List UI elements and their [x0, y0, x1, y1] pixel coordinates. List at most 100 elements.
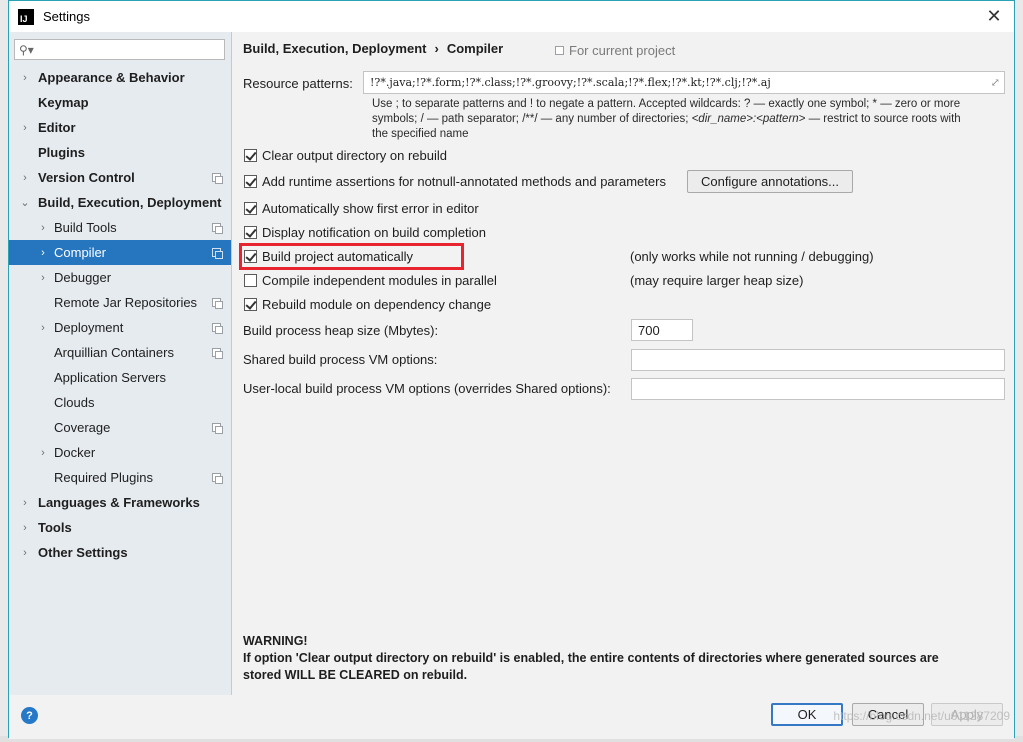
configure-annotations-button[interactable]: Configure annotations...	[687, 170, 853, 193]
sidebar-item-coverage[interactable]: Coverage	[9, 415, 231, 440]
warning-title: WARNING!	[243, 634, 308, 648]
compile-parallel-checkbox[interactable]: Compile independent modules in parallel	[244, 273, 497, 288]
project-scope-icon	[212, 223, 223, 234]
sidebar-item-plugins[interactable]: Plugins	[9, 140, 231, 165]
for-current-project-note: For current project	[555, 43, 675, 58]
title-bar: IJ Settings ✕	[9, 1, 1014, 32]
background-editor-right	[1015, 0, 1023, 742]
sidebar-item-version-control[interactable]: › Version Control	[9, 165, 231, 190]
sidebar-item-label: Version Control	[38, 170, 135, 185]
breadcrumb-current: Compiler	[446, 41, 504, 56]
sidebar-item-build-tools[interactable]: › Build Tools	[9, 215, 231, 240]
checkbox-box[interactable]	[244, 202, 257, 215]
sidebar-item-label: Appearance & Behavior	[38, 70, 185, 85]
checkbox-box[interactable]	[244, 175, 257, 188]
sidebar-item-clouds[interactable]: Clouds	[9, 390, 231, 415]
for-current-project-label: For current project	[569, 43, 676, 58]
sidebar-item-build-execution-deployment[interactable]: ⌄ Build, Execution, Deployment	[9, 190, 231, 215]
project-scope-icon	[212, 423, 223, 434]
sidebar-item-deployment[interactable]: › Deployment	[9, 315, 231, 340]
chevron-right-icon[interactable]: ›	[20, 72, 30, 84]
sidebar-item-label: Deployment	[54, 320, 124, 335]
sidebar-item-appearance-behavior[interactable]: › Appearance & Behavior	[9, 65, 231, 90]
chevron-right-icon[interactable]: ›	[20, 172, 30, 184]
project-scope-icon	[212, 323, 223, 334]
sidebar-item-label: Build Tools	[54, 220, 117, 235]
chevron-right-icon[interactable]: ›	[38, 322, 48, 334]
checkbox-box[interactable]	[244, 274, 257, 287]
sidebar-item-other-settings[interactable]: › Other Settings	[9, 540, 231, 565]
checkbox-box[interactable]	[244, 149, 257, 162]
expand-icon[interactable]: ⤢	[991, 76, 1000, 89]
sidebar-item-remote-jar-repositories[interactable]: Remote Jar Repositories	[9, 290, 231, 315]
sidebar-item-label: Keymap	[38, 95, 89, 110]
runtime-assertions-label: Add runtime assertions for notnull-annot…	[262, 174, 666, 189]
chevron-right-icon[interactable]: ›	[38, 447, 48, 459]
heap-size-label: Build process heap size (Mbytes):	[243, 323, 439, 338]
resource-patterns-input[interactable]: !?*.java;!?*.form;!?*.class;!?*.groovy;!…	[363, 71, 1005, 94]
show-first-error-label: Automatically show first error in editor	[262, 201, 479, 216]
rebuild-module-checkbox[interactable]: Rebuild module on dependency change	[244, 297, 491, 312]
compiler-settings-panel: Build, Execution, Deployment › Compiler Fo…	[233, 32, 1014, 695]
chevron-right-icon[interactable]: ›	[20, 122, 30, 134]
chevron-down-icon[interactable]: ⌄	[20, 196, 30, 209]
sidebar-item-label: Other Settings	[38, 545, 128, 560]
sidebar-item-required-plugins[interactable]: Required Plugins	[9, 465, 231, 490]
sidebar-item-label: Clouds	[54, 395, 95, 410]
sidebar-item-label: Required Plugins	[54, 470, 154, 485]
sidebar-item-debugger[interactable]: › Debugger	[9, 265, 231, 290]
sidebar-item-label: Editor	[38, 120, 76, 135]
warning-line-2: stored WILL BE CLEARED on rebuild.	[243, 668, 468, 682]
checkbox-box[interactable]	[244, 226, 257, 239]
chevron-right-icon[interactable]: ›	[38, 222, 48, 234]
project-scope-icon	[212, 298, 223, 309]
sidebar-item-languages-frameworks[interactable]: › Languages & Frameworks	[9, 490, 231, 515]
sidebar-item-label: Coverage	[54, 420, 111, 435]
sidebar-item-label: Remote Jar Repositories	[54, 295, 198, 310]
background-editor-left	[0, 0, 8, 742]
clear-output-checkbox[interactable]: Clear output directory on rebuild	[244, 148, 447, 163]
sidebar-item-label: Tools	[38, 520, 72, 535]
warning-line-1: If option 'Clear output directory on reb…	[243, 651, 939, 665]
settings-tree: › Appearance & Behavior Keymap › Editor Plugi…	[9, 65, 231, 565]
dialog-footer: ? OK Cancel Apply https://blog.csdn.net/…	[9, 695, 1014, 739]
sidebar-item-compiler[interactable]: › Compiler	[9, 240, 231, 265]
settings-dialog: IJ Settings ✕ ⚲▾ › Appearance & Behavior K…	[8, 0, 1015, 739]
sidebar-item-application-servers[interactable]: Application Servers	[9, 365, 231, 390]
help-icon[interactable]: ?	[21, 707, 38, 724]
display-notification-checkbox[interactable]: Display notification on build completion	[244, 225, 486, 240]
runtime-assertions-checkbox[interactable]: Add runtime assertions for notnull-annot…	[244, 174, 666, 189]
build-automatically-note: (only works while not running / debuggin…	[630, 249, 874, 264]
chevron-right-icon[interactable]: ›	[20, 497, 30, 509]
chevron-right-icon[interactable]: ›	[20, 547, 30, 559]
warning-message: WARNING! If option 'Clear output directo…	[243, 633, 1003, 684]
project-scope-icon	[555, 46, 564, 55]
sidebar-item-arquillian-containers[interactable]: Arquillian Containers	[9, 340, 231, 365]
user-vm-label: User-local build process VM options (ove…	[243, 381, 611, 396]
chevron-right-icon[interactable]: ›	[38, 247, 48, 259]
resource-patterns-value: !?*.java;!?*.form;!?*.class;!?*.groovy;!…	[370, 76, 771, 89]
resource-patterns-label: Resource patterns:	[243, 76, 353, 91]
sidebar-item-editor[interactable]: › Editor	[9, 115, 231, 140]
resource-patterns-hint: Use ; to separate patterns and ! to nega…	[372, 97, 1002, 142]
heap-size-input[interactable]: 700	[631, 319, 693, 341]
user-vm-input[interactable]	[631, 378, 1005, 400]
sidebar-item-docker[interactable]: › Docker	[9, 440, 231, 465]
show-first-error-checkbox[interactable]: Automatically show first error in editor	[244, 201, 479, 216]
sidebar-item-label: Plugins	[38, 145, 85, 160]
search-icon: ⚲▾	[19, 42, 34, 57]
hint-line-3: the specified name	[372, 128, 469, 140]
shared-vm-input[interactable]	[631, 349, 1005, 371]
close-icon[interactable]: ✕	[974, 1, 1014, 32]
chevron-right-icon[interactable]: ›	[38, 272, 48, 284]
breadcrumb: Build, Execution, Deployment › Compiler	[243, 41, 503, 56]
checkbox-box[interactable]	[244, 298, 257, 311]
chevron-right-icon[interactable]: ›	[20, 522, 30, 534]
sidebar-item-keymap[interactable]: Keymap	[9, 90, 231, 115]
sidebar-item-tools[interactable]: › Tools	[9, 515, 231, 540]
project-scope-icon	[212, 473, 223, 484]
compile-parallel-note: (may require larger heap size)	[630, 273, 804, 288]
ok-button[interactable]: OK	[771, 703, 843, 726]
sidebar-item-label: Docker	[54, 445, 96, 460]
settings-search-input[interactable]: ⚲▾	[14, 39, 225, 60]
